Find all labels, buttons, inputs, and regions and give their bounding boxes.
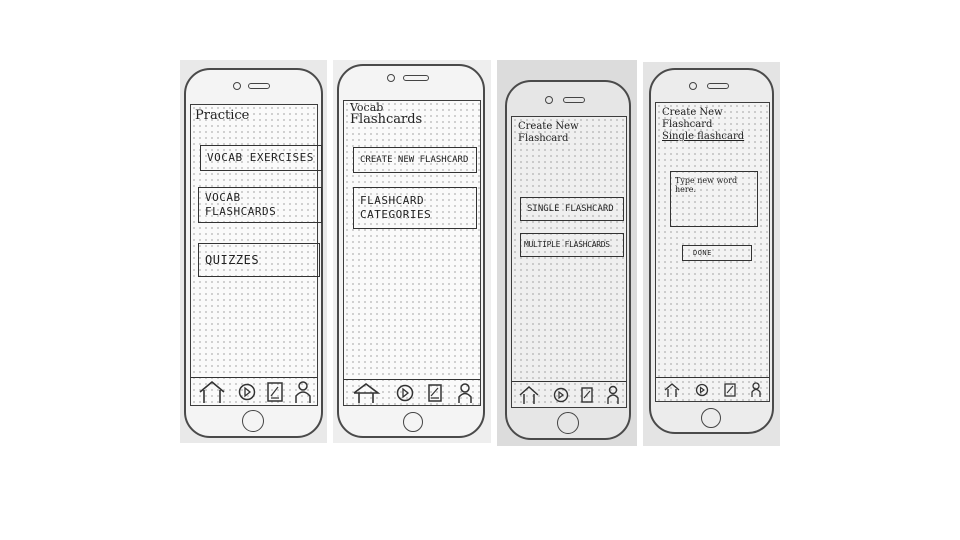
single-flashcard-button[interactable]: SINGLE FLASHCARD [520, 197, 624, 221]
card-edit-icon [266, 381, 283, 402]
vocab-exercises-button[interactable]: VOCAB EXERCISES [200, 145, 322, 171]
mockup-sheet-vocab-flashcards: Vocab Flashcards CREATE NEW FLASHCARD FL… [333, 60, 491, 443]
tab-bar [344, 379, 480, 405]
phone-frame: Practice VOCAB EXERCISES VOCAB FLASHCARD… [184, 68, 323, 438]
quizzes-button[interactable]: QUIZZES [198, 243, 320, 277]
home-button[interactable] [701, 408, 721, 428]
home-button[interactable] [242, 410, 264, 432]
play-icon [553, 387, 568, 402]
page-title: Create New Flashcard [518, 121, 579, 145]
create-new-flashcard-button[interactable]: CREATE NEW FLASHCARD [353, 147, 477, 173]
home-icon [664, 382, 680, 397]
page-subtitle: Single flashcard [662, 131, 745, 142]
tab-play[interactable] [695, 383, 709, 397]
page-title-line1: Create New [518, 121, 579, 132]
profile-icon [458, 382, 472, 403]
phone-screen: Vocab Flashcards CREATE NEW FLASHCARD FL… [343, 100, 481, 406]
camera-icon [387, 74, 395, 82]
new-word-input[interactable]: Type new word here. [670, 171, 758, 227]
tab-home[interactable] [351, 382, 381, 404]
card-edit-icon [581, 386, 593, 403]
mockup-sheet-single-flashcard: Create New Flashcard Single flashcard Ty… [643, 62, 780, 446]
home-button[interactable] [403, 412, 423, 432]
page-title-line1: Create New [662, 107, 723, 118]
mockup-sheet-create-new-flashcard: Create New Flashcard SINGLE FLASHCARD MU… [497, 60, 637, 446]
speaker-grille [707, 83, 729, 89]
tab-play[interactable] [553, 387, 569, 403]
tab-bar [512, 381, 626, 407]
play-icon [396, 384, 413, 401]
tab-bar [191, 377, 317, 405]
play-icon [696, 383, 709, 396]
speaker-grille [403, 75, 429, 81]
profile-icon [751, 381, 761, 397]
camera-icon [545, 96, 553, 104]
tab-profile[interactable] [750, 381, 762, 398]
page-title-line2: Flashcards [350, 112, 423, 127]
card-edit-icon [723, 382, 736, 397]
page-title-line2: Flashcard [662, 119, 713, 130]
tab-home[interactable] [197, 380, 227, 404]
home-icon [519, 385, 539, 404]
camera-icon [689, 82, 697, 90]
page-title: Practice [195, 108, 250, 123]
tab-flashcard[interactable] [428, 383, 442, 402]
phone-frame: Create New Flashcard Single flashcard Ty… [649, 68, 774, 434]
vocab-flashcards-button[interactable]: VOCAB FLASHCARDS [198, 187, 322, 223]
card-edit-icon [428, 383, 442, 402]
phone-screen: Create New Flashcard SINGLE FLASHCARD MU… [511, 116, 627, 408]
tab-home[interactable] [518, 385, 540, 405]
phone-frame: Vocab Flashcards CREATE NEW FLASHCARD FL… [337, 64, 485, 438]
multiple-flashcards-button[interactable]: MULTIPLE FLASHCARDS [520, 233, 624, 257]
phone-frame: Create New Flashcard SINGLE FLASHCARD MU… [505, 80, 631, 440]
tab-bar [656, 377, 769, 401]
page-title: Vocab Flashcards [350, 102, 423, 127]
done-button[interactable]: DONE [682, 245, 752, 261]
speaker-grille [563, 97, 585, 103]
tab-profile[interactable] [606, 385, 620, 405]
tab-play[interactable] [238, 383, 256, 401]
camera-icon [233, 82, 241, 90]
profile-icon [294, 380, 311, 403]
home-icon [353, 382, 381, 403]
profile-icon [607, 385, 619, 404]
flashcard-categories-button[interactable]: FLASHCARD CATEGORIES [353, 187, 477, 229]
play-icon [238, 383, 255, 400]
tab-profile[interactable] [294, 380, 312, 404]
tab-profile[interactable] [457, 382, 473, 404]
tab-flashcard[interactable] [266, 381, 283, 402]
speaker-grille [248, 83, 270, 89]
tab-flashcard[interactable] [723, 382, 736, 397]
tab-home[interactable] [663, 382, 681, 398]
page-title: Create New Flashcard Single flashcard [662, 107, 744, 143]
home-icon [198, 380, 225, 403]
home-button[interactable] [557, 412, 579, 434]
phone-screen: Practice VOCAB EXERCISES VOCAB FLASHCARD… [190, 104, 322, 406]
mockup-sheet-practice: Practice VOCAB EXERCISES VOCAB FLASHCARD… [180, 60, 327, 443]
tab-play[interactable] [396, 384, 414, 402]
page-title-line2: Flashcard [518, 133, 569, 144]
tab-flashcard[interactable] [581, 386, 593, 403]
phone-screen: Create New Flashcard Single flashcard Ty… [655, 102, 770, 402]
